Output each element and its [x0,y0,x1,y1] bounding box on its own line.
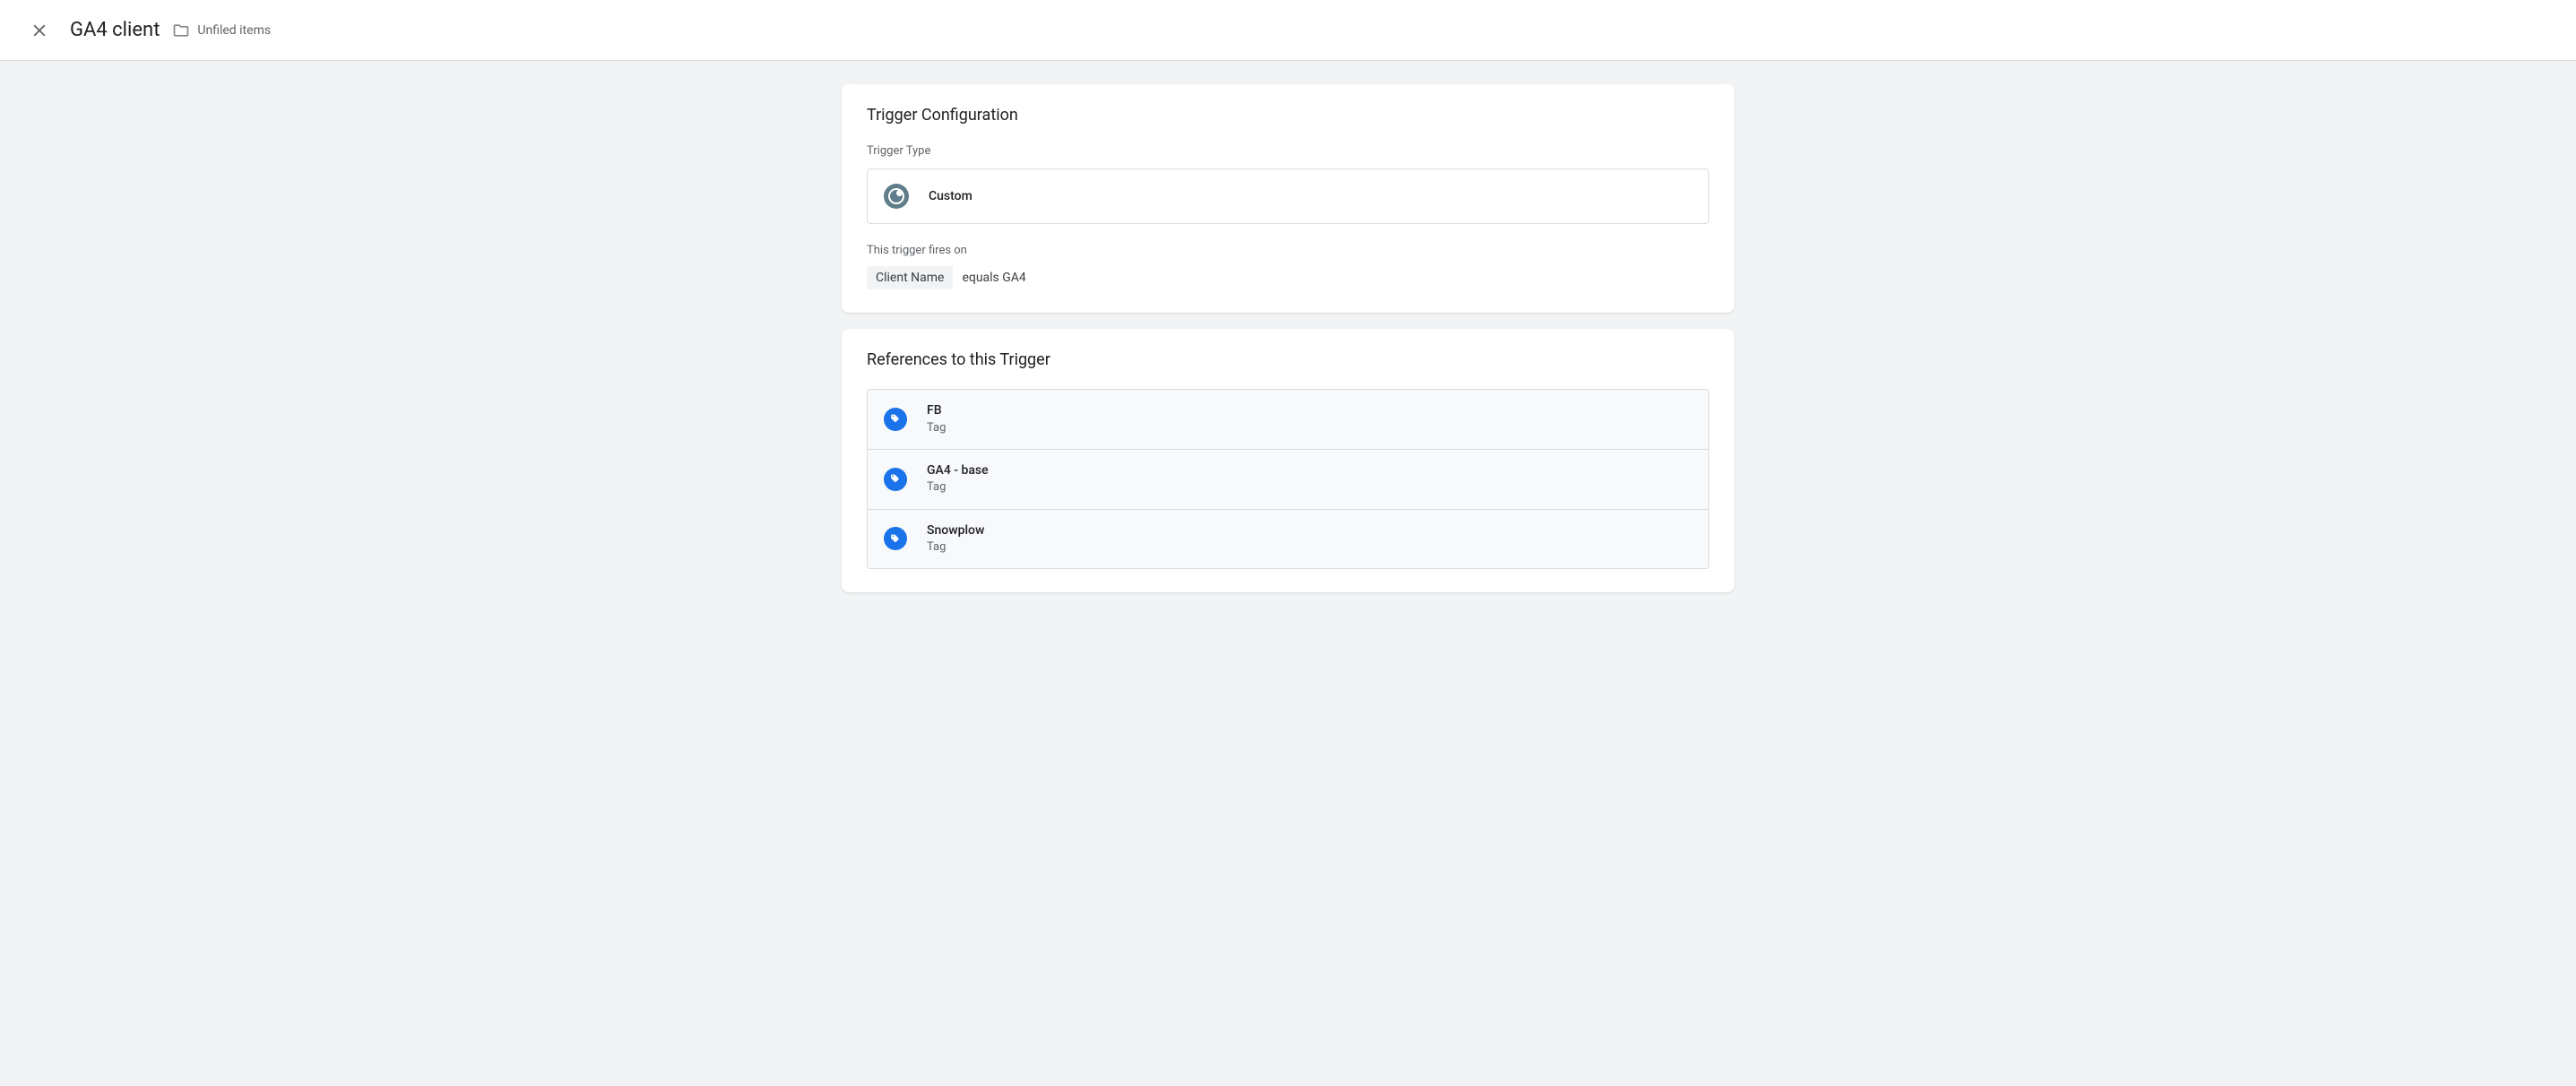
trigger-type-selector[interactable]: Custom [867,168,1709,224]
trigger-config-card: Trigger Configuration Trigger Type Custo… [842,84,1734,313]
folder-icon [172,22,190,39]
reference-type: Tag [927,539,984,556]
content-area: Trigger Configuration Trigger Type Custo… [0,61,2576,1086]
references-card: References to this Trigger FB Tag GA4 - … [842,329,1734,592]
trigger-type-label: Trigger Type [867,144,1709,158]
condition-variable-chip: Client Name [867,266,953,289]
reference-name: Snowplow [927,522,984,540]
condition-row: Client Name equals GA4 [867,266,1709,289]
trigger-config-title: Trigger Configuration [867,106,1709,125]
page-title: GA4 client [70,19,160,41]
tag-icon [884,468,907,491]
reference-name: GA4 - base [927,462,989,480]
close-icon [30,21,49,40]
custom-trigger-icon [884,184,909,209]
reference-row[interactable]: FB Tag [868,390,1708,450]
fires-on-label: This trigger fires on [867,244,1709,257]
trigger-type-name: Custom [929,189,972,203]
reference-row[interactable]: Snowplow Tag [868,510,1708,569]
tag-icon [884,527,907,550]
condition-operator-value: equals GA4 [962,271,1025,285]
references-list: FB Tag GA4 - base Tag Snowplow [867,389,1709,569]
folder-label[interactable]: Unfiled items [197,23,271,38]
tag-icon [884,408,907,431]
reference-type: Tag [927,420,946,436]
references-title: References to this Trigger [867,350,1709,369]
reference-name: FB [927,402,946,420]
reference-row[interactable]: GA4 - base Tag [868,450,1708,510]
close-button[interactable] [22,13,57,48]
page-header: GA4 client Unfiled items [0,0,2576,61]
reference-type: Tag [927,479,989,496]
